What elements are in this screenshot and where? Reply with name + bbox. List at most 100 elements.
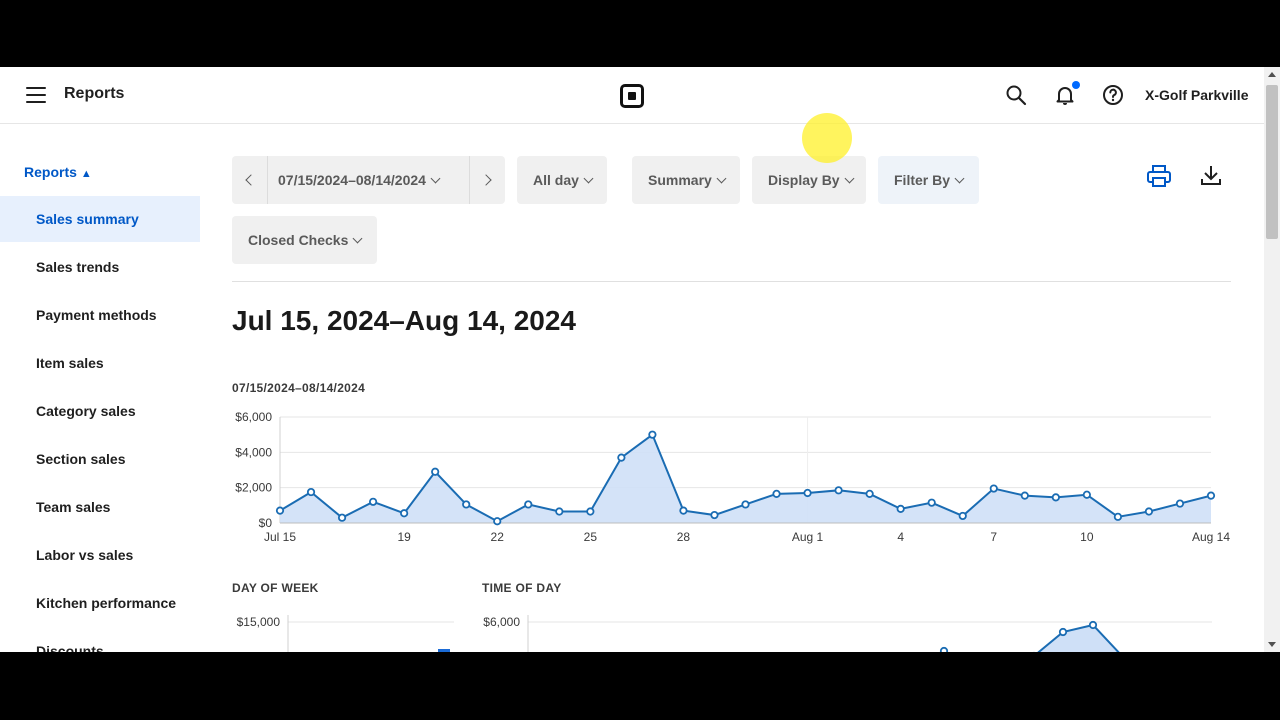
page-scrollbar[interactable] (1264, 67, 1280, 652)
data-point[interactable] (989, 484, 998, 493)
sidebar: Reports ▲ Sales summary Sales trends Paym… (0, 124, 200, 652)
data-point[interactable] (369, 497, 378, 506)
data-point[interactable] (648, 430, 657, 439)
data-point[interactable] (772, 489, 781, 498)
data-point[interactable] (927, 498, 936, 507)
y-tick-label: $10,000 (237, 650, 281, 652)
download-icon[interactable] (1197, 162, 1225, 190)
data-point[interactable] (958, 511, 967, 521)
data-point[interactable] (1082, 490, 1091, 499)
scroll-up-arrow[interactable] (1268, 72, 1276, 77)
data-point[interactable] (803, 488, 812, 498)
app-window: Reports X-Golf Parkville Reports ▲ Sales … (0, 67, 1280, 652)
view-value: Summary (648, 172, 712, 188)
sidebar-section-reports[interactable]: Reports ▲ (24, 164, 92, 180)
y-tick-label: $2,000 (235, 481, 272, 495)
report-title: Jul 15, 2024–Aug 14, 2024 (232, 305, 576, 336)
data-point[interactable] (1058, 627, 1068, 637)
data-point[interactable] (337, 513, 347, 522)
y-tick-label: $4,000 (235, 445, 272, 459)
chevron-down-icon (430, 173, 441, 184)
notification-dot (1072, 81, 1080, 89)
time-of-day-dropdown[interactable]: All day (517, 156, 607, 204)
x-tick-label: Aug 1 (792, 530, 824, 544)
data-point[interactable] (524, 500, 533, 509)
data-point[interactable] (1051, 493, 1060, 502)
scroll-thumb[interactable] (1266, 85, 1278, 239)
x-tick-label: Jul 15 (264, 530, 296, 544)
sidebar-item-section-sales[interactable]: Section sales (0, 436, 200, 482)
sidebar-item-sales-summary[interactable]: Sales summary (0, 196, 200, 242)
chart-range-label: 07/15/2024–08/14/2024 (232, 381, 366, 395)
display-by-label: Display By (768, 172, 840, 188)
chevron-down-icon (954, 173, 965, 184)
app-title: Reports (64, 85, 125, 102)
previous-period-button[interactable] (232, 156, 268, 204)
date-range-picker: 07/15/2024–08/14/2024 (232, 156, 505, 204)
x-tick-label: 4 (897, 530, 904, 544)
data-point[interactable] (1020, 491, 1029, 500)
date-range-dropdown[interactable]: 07/15/2024–08/14/2024 (268, 156, 469, 204)
data-point[interactable] (555, 507, 564, 516)
sidebar-item-team-sales[interactable]: Team sales (0, 484, 200, 530)
sidebar-item-payment-methods[interactable]: Payment methods (0, 292, 200, 338)
y-tick-label: $15,000 (237, 615, 281, 629)
menu-icon[interactable] (26, 87, 46, 103)
display-by-dropdown[interactable]: Display By (752, 156, 866, 204)
sidebar-item-item-sales[interactable]: Item sales (0, 340, 200, 386)
data-point[interactable] (679, 506, 688, 515)
y-tick-label: $0 (259, 516, 273, 530)
y-tick-label: $6,000 (483, 615, 520, 629)
filter-by-dropdown[interactable]: Filter By (878, 156, 979, 204)
data-point[interactable] (431, 467, 440, 476)
data-point[interactable] (710, 510, 719, 520)
data-point[interactable] (896, 504, 905, 513)
data-point[interactable] (1206, 491, 1216, 500)
checks-value: Closed Checks (248, 232, 349, 248)
cursor-highlight (802, 113, 852, 163)
sales-area (280, 434, 1211, 523)
help-icon[interactable] (1102, 84, 1124, 106)
next-period-button[interactable] (469, 156, 505, 204)
data-point[interactable] (400, 509, 409, 518)
data-point[interactable] (741, 500, 750, 509)
data-point[interactable] (275, 506, 285, 515)
chevron-up-icon: ▲ (80, 168, 92, 180)
time-of-day-chart: $6,000 $4,000 (483, 615, 1212, 652)
x-tick-label: Aug 14 (1192, 530, 1230, 544)
x-tick-label: 28 (677, 530, 691, 544)
divider (232, 281, 1231, 282)
chevron-down-icon (844, 173, 855, 184)
print-icon[interactable] (1145, 162, 1173, 190)
view-dropdown[interactable]: Summary (632, 156, 740, 204)
time-of-day-label: TIME OF DAY (482, 581, 562, 595)
data-point[interactable] (586, 507, 595, 516)
data-point[interactable] (939, 646, 949, 652)
data-point[interactable] (1175, 499, 1185, 508)
data-point[interactable] (493, 517, 502, 526)
data-point[interactable] (462, 500, 471, 509)
data-point[interactable] (834, 486, 843, 495)
square-logo[interactable] (620, 84, 644, 108)
scroll-down-arrow[interactable] (1268, 642, 1276, 647)
data-point[interactable] (306, 487, 316, 497)
bar[interactable] (438, 649, 450, 652)
data-point[interactable] (1088, 620, 1098, 630)
data-point[interactable] (1113, 512, 1123, 521)
sales-chart: $0$2,000$4,000$6,000Jul 15 19 22 25 28 Aug 14… (235, 410, 1230, 544)
sidebar-item-kitchen-performance[interactable]: Kitchen performance (0, 580, 200, 626)
sidebar-item-sales-trends[interactable]: Sales trends (0, 244, 200, 290)
date-range-value: 07/15/2024–08/14/2024 (278, 172, 426, 188)
checks-dropdown[interactable]: Closed Checks (232, 216, 377, 264)
data-point[interactable] (617, 453, 626, 462)
x-tick-label: 10 (1080, 530, 1094, 544)
sidebar-item-category-sales[interactable]: Category sales (0, 388, 200, 434)
x-tick-label: 7 (990, 530, 997, 544)
location-name[interactable]: X-Golf Parkville (1145, 87, 1248, 103)
sidebar-item-discounts[interactable]: Discounts (0, 628, 200, 652)
data-point[interactable] (865, 489, 874, 498)
sidebar-item-labor-vs-sales[interactable]: Labor vs sales (0, 532, 200, 578)
search-icon[interactable] (1005, 84, 1027, 106)
data-point[interactable] (1144, 507, 1154, 516)
chevron-down-icon (716, 173, 727, 184)
